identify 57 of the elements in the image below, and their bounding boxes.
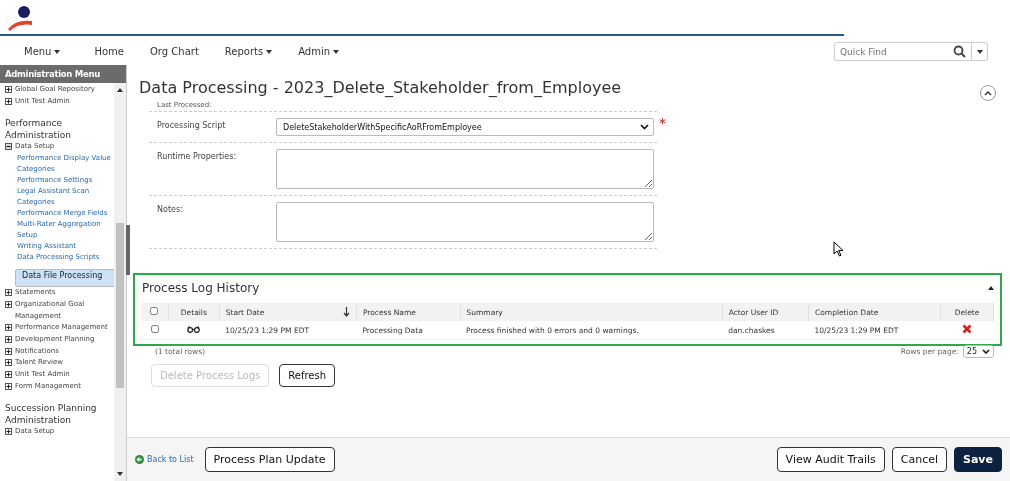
row-checkbox[interactable] (150, 325, 159, 333)
splitter-handle[interactable] (126, 225, 130, 275)
caret-icon (266, 49, 273, 54)
scrollbar-thumb[interactable] (116, 223, 124, 388)
expand-icon[interactable] (5, 97, 12, 105)
delete-icon[interactable] (962, 324, 973, 334)
quick-find-field[interactable]: Quick Find (834, 42, 972, 61)
expand-icon[interactable] (5, 300, 12, 308)
nav-menu-item[interactable]: Menu (24, 46, 61, 57)
collapse-icon[interactable] (5, 143, 12, 151)
field-label: Runtime Properties: (156, 151, 238, 161)
save-button[interactable]: Save (954, 447, 1002, 472)
field-label: Notes: (156, 204, 184, 214)
scroll-up-icon[interactable] (117, 88, 123, 92)
section-heading: Succession Planning Administration (5, 402, 98, 427)
action-button[interactable]: Refresh (279, 364, 335, 387)
collapse-icon[interactable] (988, 286, 994, 290)
section-title: Process Log History (142, 281, 260, 295)
scroll-down-icon[interactable] (117, 472, 123, 476)
expand-icon[interactable] (5, 359, 12, 367)
section-heading: Performance Administration (5, 117, 72, 142)
scrollbar[interactable] (114, 83, 126, 481)
chevron-down-icon (640, 124, 649, 130)
expand-icon[interactable] (5, 382, 12, 390)
dropdown-button[interactable] (972, 42, 988, 61)
footer-button[interactable]: Cancel (891, 447, 947, 472)
script-select[interactable]: DeleteStakeholderWithSpecificAoRFromEmployee (276, 118, 654, 136)
chevron-down-icon (982, 349, 990, 354)
caret-icon (333, 49, 340, 54)
back-link[interactable]: Back to List (135, 455, 194, 464)
page-title: Data Processing - 2023_Delete_Stakeholder_from_Employee (139, 77, 622, 97)
nav-menu-item[interactable]: Reports (224, 46, 273, 57)
footer-button[interactable]: Process Plan Update (204, 447, 335, 472)
select-all-checkbox[interactable] (150, 307, 159, 315)
back-arrow-icon (135, 455, 144, 464)
search-icon (953, 45, 966, 58)
rows-per-page-select[interactable]: 25 (962, 345, 994, 358)
expand-icon[interactable] (5, 371, 12, 379)
expand-icon[interactable] (5, 335, 12, 343)
sort-down-icon[interactable] (342, 307, 350, 317)
expand-icon[interactable] (5, 347, 12, 355)
expand-icon[interactable] (5, 289, 12, 297)
expand-icon[interactable] (5, 428, 12, 436)
sidebar-link[interactable]: Data File Processing (15, 269, 114, 288)
caret-icon (976, 49, 983, 54)
nav-menu-item[interactable]: Org Chart (150, 46, 199, 57)
nav-menu-item[interactable]: Admin (298, 46, 340, 57)
glasses-icon[interactable] (187, 325, 201, 333)
caret-icon (54, 49, 61, 54)
mouse-pointer-icon (833, 241, 844, 257)
expand-icon[interactable] (5, 86, 12, 93)
nav-menu-item[interactable]: Home (94, 46, 124, 57)
field-label: Processing Script (156, 120, 227, 130)
required-mark: * (659, 115, 666, 131)
footer-button[interactable]: View Audit Trails (776, 447, 885, 472)
expand-icon[interactable] (5, 324, 12, 332)
sidebar-title: Administration Menu (0, 65, 126, 83)
